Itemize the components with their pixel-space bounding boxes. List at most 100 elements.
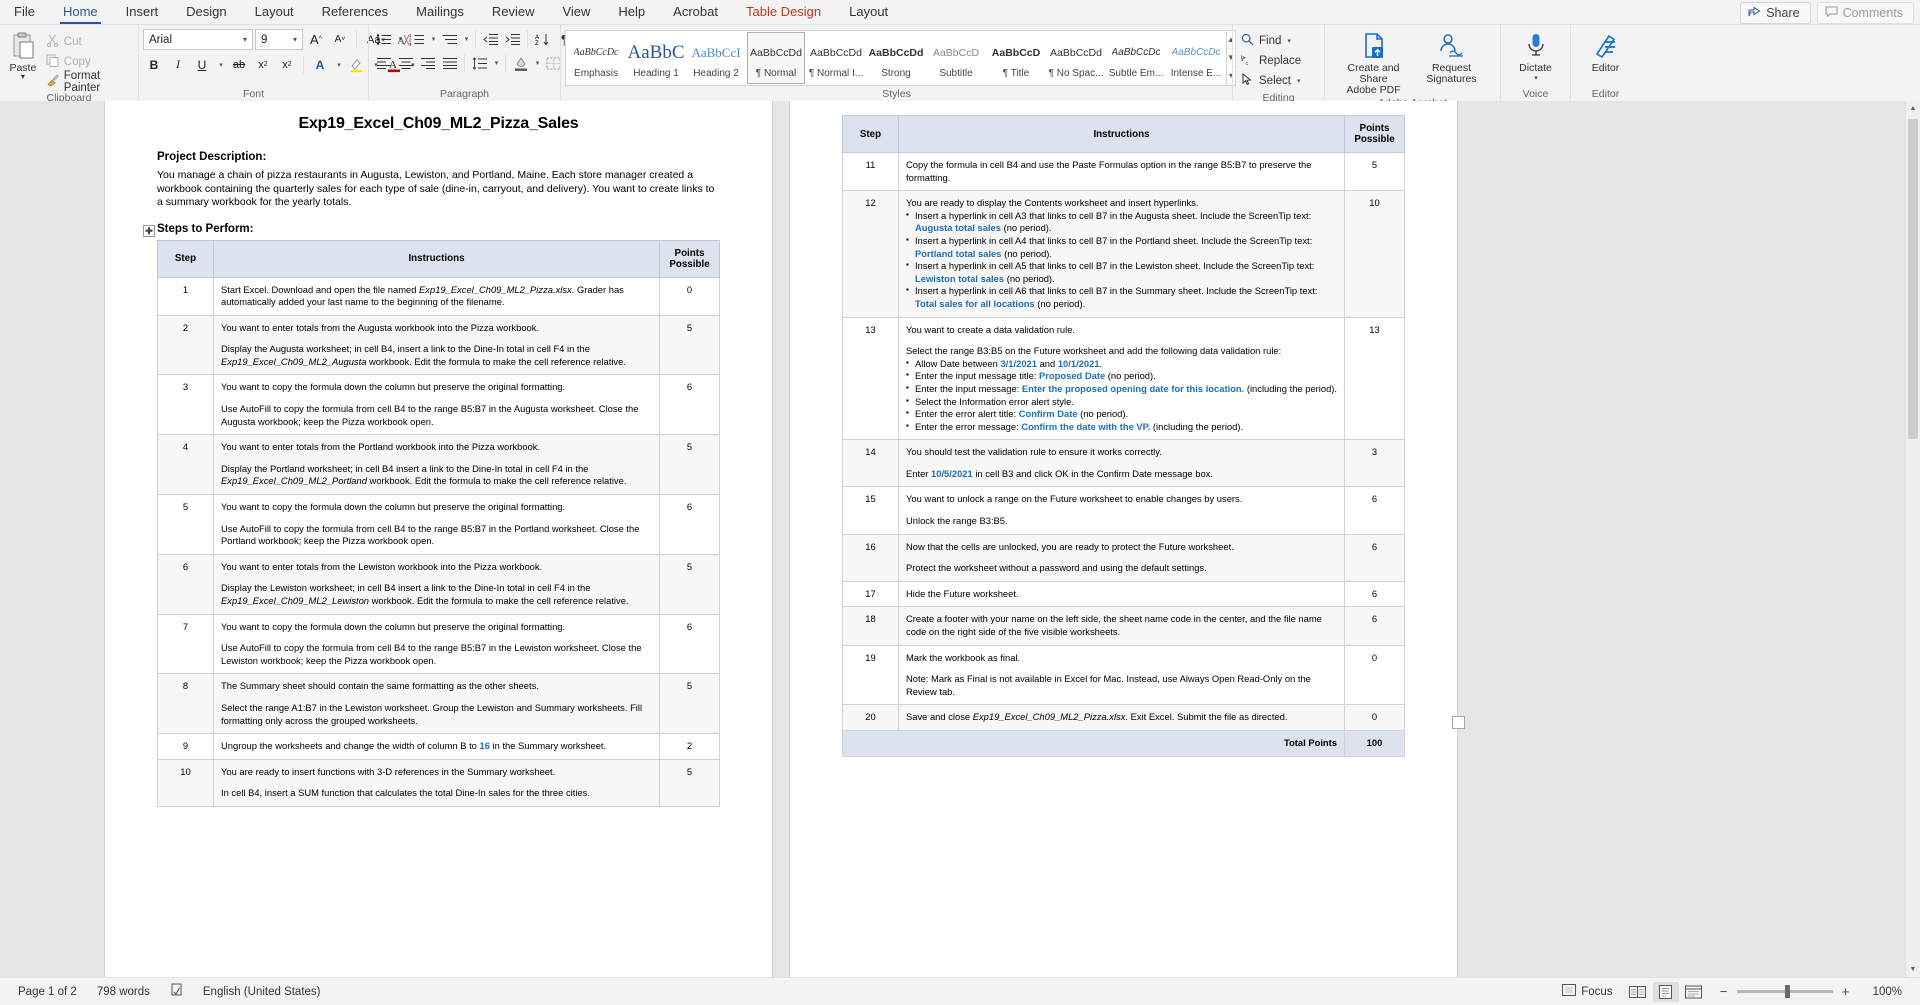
zoom-out-button[interactable]: − xyxy=(1717,984,1731,999)
increase-indent-button[interactable] xyxy=(502,29,523,49)
create-and-share-adobe-pdf-button[interactable]: Create and Share Adobe PDF xyxy=(1339,29,1409,96)
search-icon xyxy=(1241,33,1254,49)
text-effects-dropdown[interactable]: ▾ xyxy=(333,54,344,75)
select-button[interactable]: Select ▾ xyxy=(1237,71,1304,91)
select-dropdown-caret[interactable]: ▾ xyxy=(1297,77,1301,85)
share-button[interactable]: Share xyxy=(1740,2,1811,24)
tab-review[interactable]: Review xyxy=(478,1,549,24)
align-center-button[interactable] xyxy=(395,53,416,73)
tab-insert[interactable]: Insert xyxy=(112,1,173,24)
editor-button[interactable]: Editor xyxy=(1575,29,1636,74)
style-item-subtle-em[interactable]: AaBbCcDc Subtle Em... xyxy=(1107,32,1165,84)
tab-table-layout[interactable]: Layout xyxy=(835,1,902,24)
numbering-dropdown[interactable]: ▾ xyxy=(428,29,438,49)
object-anchor-handle[interactable] xyxy=(1452,716,1465,729)
text-run: Select the range B3:B5 on the Future wor… xyxy=(906,345,1282,357)
zoom-in-button[interactable]: + xyxy=(1839,984,1853,999)
decrease-indent-button[interactable] xyxy=(480,29,501,49)
sort-button[interactable]: AZ xyxy=(532,29,553,49)
style-item-subtitle[interactable]: AaBbCcD Subtitle xyxy=(927,32,985,84)
style-name: ¶ Normal I... xyxy=(808,67,864,79)
text-effects-button[interactable]: A xyxy=(309,54,331,75)
tab-mailings[interactable]: Mailings xyxy=(402,1,478,24)
shading-button[interactable] xyxy=(510,53,531,73)
paste-button[interactable]: Paste ▾ xyxy=(4,29,42,81)
tab-table-design[interactable]: Table Design xyxy=(732,1,835,24)
style-item-title[interactable]: AaBbCcD ¶ Title xyxy=(987,32,1045,84)
zoom-track[interactable] xyxy=(1736,985,1833,998)
align-left-button[interactable] xyxy=(373,53,394,73)
tab-home[interactable]: Home xyxy=(49,1,112,24)
bullets-button[interactable] xyxy=(373,29,394,49)
page-indicator[interactable]: Page 1 of 2 xyxy=(8,986,87,998)
scroll-up-icon[interactable]: ▲ xyxy=(1906,101,1920,116)
align-right-button[interactable] xyxy=(417,53,438,73)
web-layout-button[interactable] xyxy=(1681,982,1707,1002)
tab-acrobat[interactable]: Acrobat xyxy=(659,1,732,24)
total-points-label: Total Points xyxy=(842,730,1345,757)
tab-layout[interactable]: Layout xyxy=(241,1,308,24)
superscript-button[interactable]: x2 xyxy=(276,54,298,75)
print-layout-button[interactable] xyxy=(1652,981,1679,1002)
multilevel-list-button[interactable] xyxy=(439,29,460,49)
strikethrough-button[interactable]: ab xyxy=(228,54,250,75)
justify-button[interactable] xyxy=(439,53,460,73)
zoom-slider[interactable]: − + xyxy=(1709,984,1861,999)
copy-button[interactable]: Copy xyxy=(46,53,134,71)
request-signatures-button[interactable]: Request Signatures xyxy=(1417,29,1487,85)
language-indicator[interactable]: English (United States) xyxy=(193,986,331,998)
style-item-heading-2[interactable]: AaBbCcI Heading 2 xyxy=(687,32,745,84)
zoom-thumb[interactable] xyxy=(1784,985,1790,998)
style-item-intense-e[interactable]: AaBbCcDc Intense E... xyxy=(1167,32,1225,84)
style-item-no-spac[interactable]: AaBbCcDd ¶ No Spac... xyxy=(1047,32,1105,84)
svg-text:c: c xyxy=(1246,61,1249,66)
grow-font-button[interactable]: A ^ xyxy=(305,29,327,50)
read-mode-button[interactable] xyxy=(1625,982,1651,1002)
bullets-dropdown[interactable]: ▾ xyxy=(395,29,405,49)
scrollbar-thumb[interactable] xyxy=(1908,119,1918,439)
multilevel-dropdown[interactable]: ▾ xyxy=(461,29,471,49)
style-item-heading-1[interactable]: AaBbC Heading 1 xyxy=(627,32,685,84)
vertical-scrollbar[interactable]: ▲ ▼ xyxy=(1905,101,1920,977)
format-painter-button[interactable]: Format Painter xyxy=(46,70,134,94)
subscript-button[interactable]: x2 xyxy=(252,54,274,75)
style-item-normal[interactable]: AaBbCcDd ¶ Normal xyxy=(747,32,805,84)
styles-gallery[interactable]: AaBbCcDc Emphasis AaBbC Heading 1 AaBbCcI Hea… xyxy=(565,30,1227,86)
style-item-normal-i[interactable]: AaBbCcDd ¶ Normal I... xyxy=(807,32,865,84)
underline-button[interactable]: U xyxy=(191,54,213,75)
focus-button[interactable]: Focus xyxy=(1552,984,1622,999)
zoom-level[interactable]: 100% xyxy=(1863,986,1912,998)
underline-dropdown[interactable]: ▾ xyxy=(215,54,226,75)
tab-help[interactable]: Help xyxy=(604,1,659,24)
document-canvas[interactable]: Exp19_Excel_Ch09_ML2_Pizza_Sales Project… xyxy=(0,101,1920,977)
cell-points: 6 xyxy=(659,613,720,675)
comments-button[interactable]: Comments xyxy=(1816,2,1914,24)
font-size-combobox[interactable]: 9 ▾ xyxy=(255,29,303,50)
line-spacing-button[interactable] xyxy=(469,53,490,73)
find-button[interactable]: Find ▾ xyxy=(1237,31,1295,51)
numbering-button[interactable]: 123 xyxy=(406,29,427,49)
style-item-emphasis[interactable]: AaBbCcDc Emphasis xyxy=(567,32,625,84)
find-dropdown-caret[interactable]: ▾ xyxy=(1287,37,1291,45)
proofing-status[interactable] xyxy=(160,983,193,1000)
bold-button[interactable]: B xyxy=(143,54,165,75)
word-count[interactable]: 798 words xyxy=(87,986,160,998)
paste-dropdown-caret[interactable]: ▾ xyxy=(21,73,25,81)
line-spacing-dropdown[interactable]: ▾ xyxy=(491,53,501,73)
replace-button[interactable]: bc Replace xyxy=(1237,51,1305,71)
tab-view[interactable]: View xyxy=(548,1,604,24)
text-highlight-button[interactable] xyxy=(346,54,368,75)
table-move-handle-icon[interactable]: ✚ xyxy=(143,224,155,237)
shading-dropdown[interactable]: ▾ xyxy=(532,53,542,73)
cut-button[interactable]: Cut xyxy=(46,33,134,51)
italic-button[interactable]: I xyxy=(167,54,189,75)
shrink-font-button[interactable]: A ˅ xyxy=(329,29,351,50)
scroll-down-icon[interactable]: ▼ xyxy=(1906,962,1920,977)
font-name-combobox[interactable]: Arial ▾ xyxy=(143,29,253,50)
tab-references[interactable]: References xyxy=(308,1,402,24)
style-item-strong[interactable]: AaBbCcDd Strong xyxy=(867,32,925,84)
tab-file[interactable]: File xyxy=(0,1,49,24)
dictate-dropdown-caret[interactable]: ▾ xyxy=(1534,74,1538,82)
tab-design[interactable]: Design xyxy=(172,1,240,24)
dictate-button[interactable]: Dictate ▾ xyxy=(1505,29,1566,82)
